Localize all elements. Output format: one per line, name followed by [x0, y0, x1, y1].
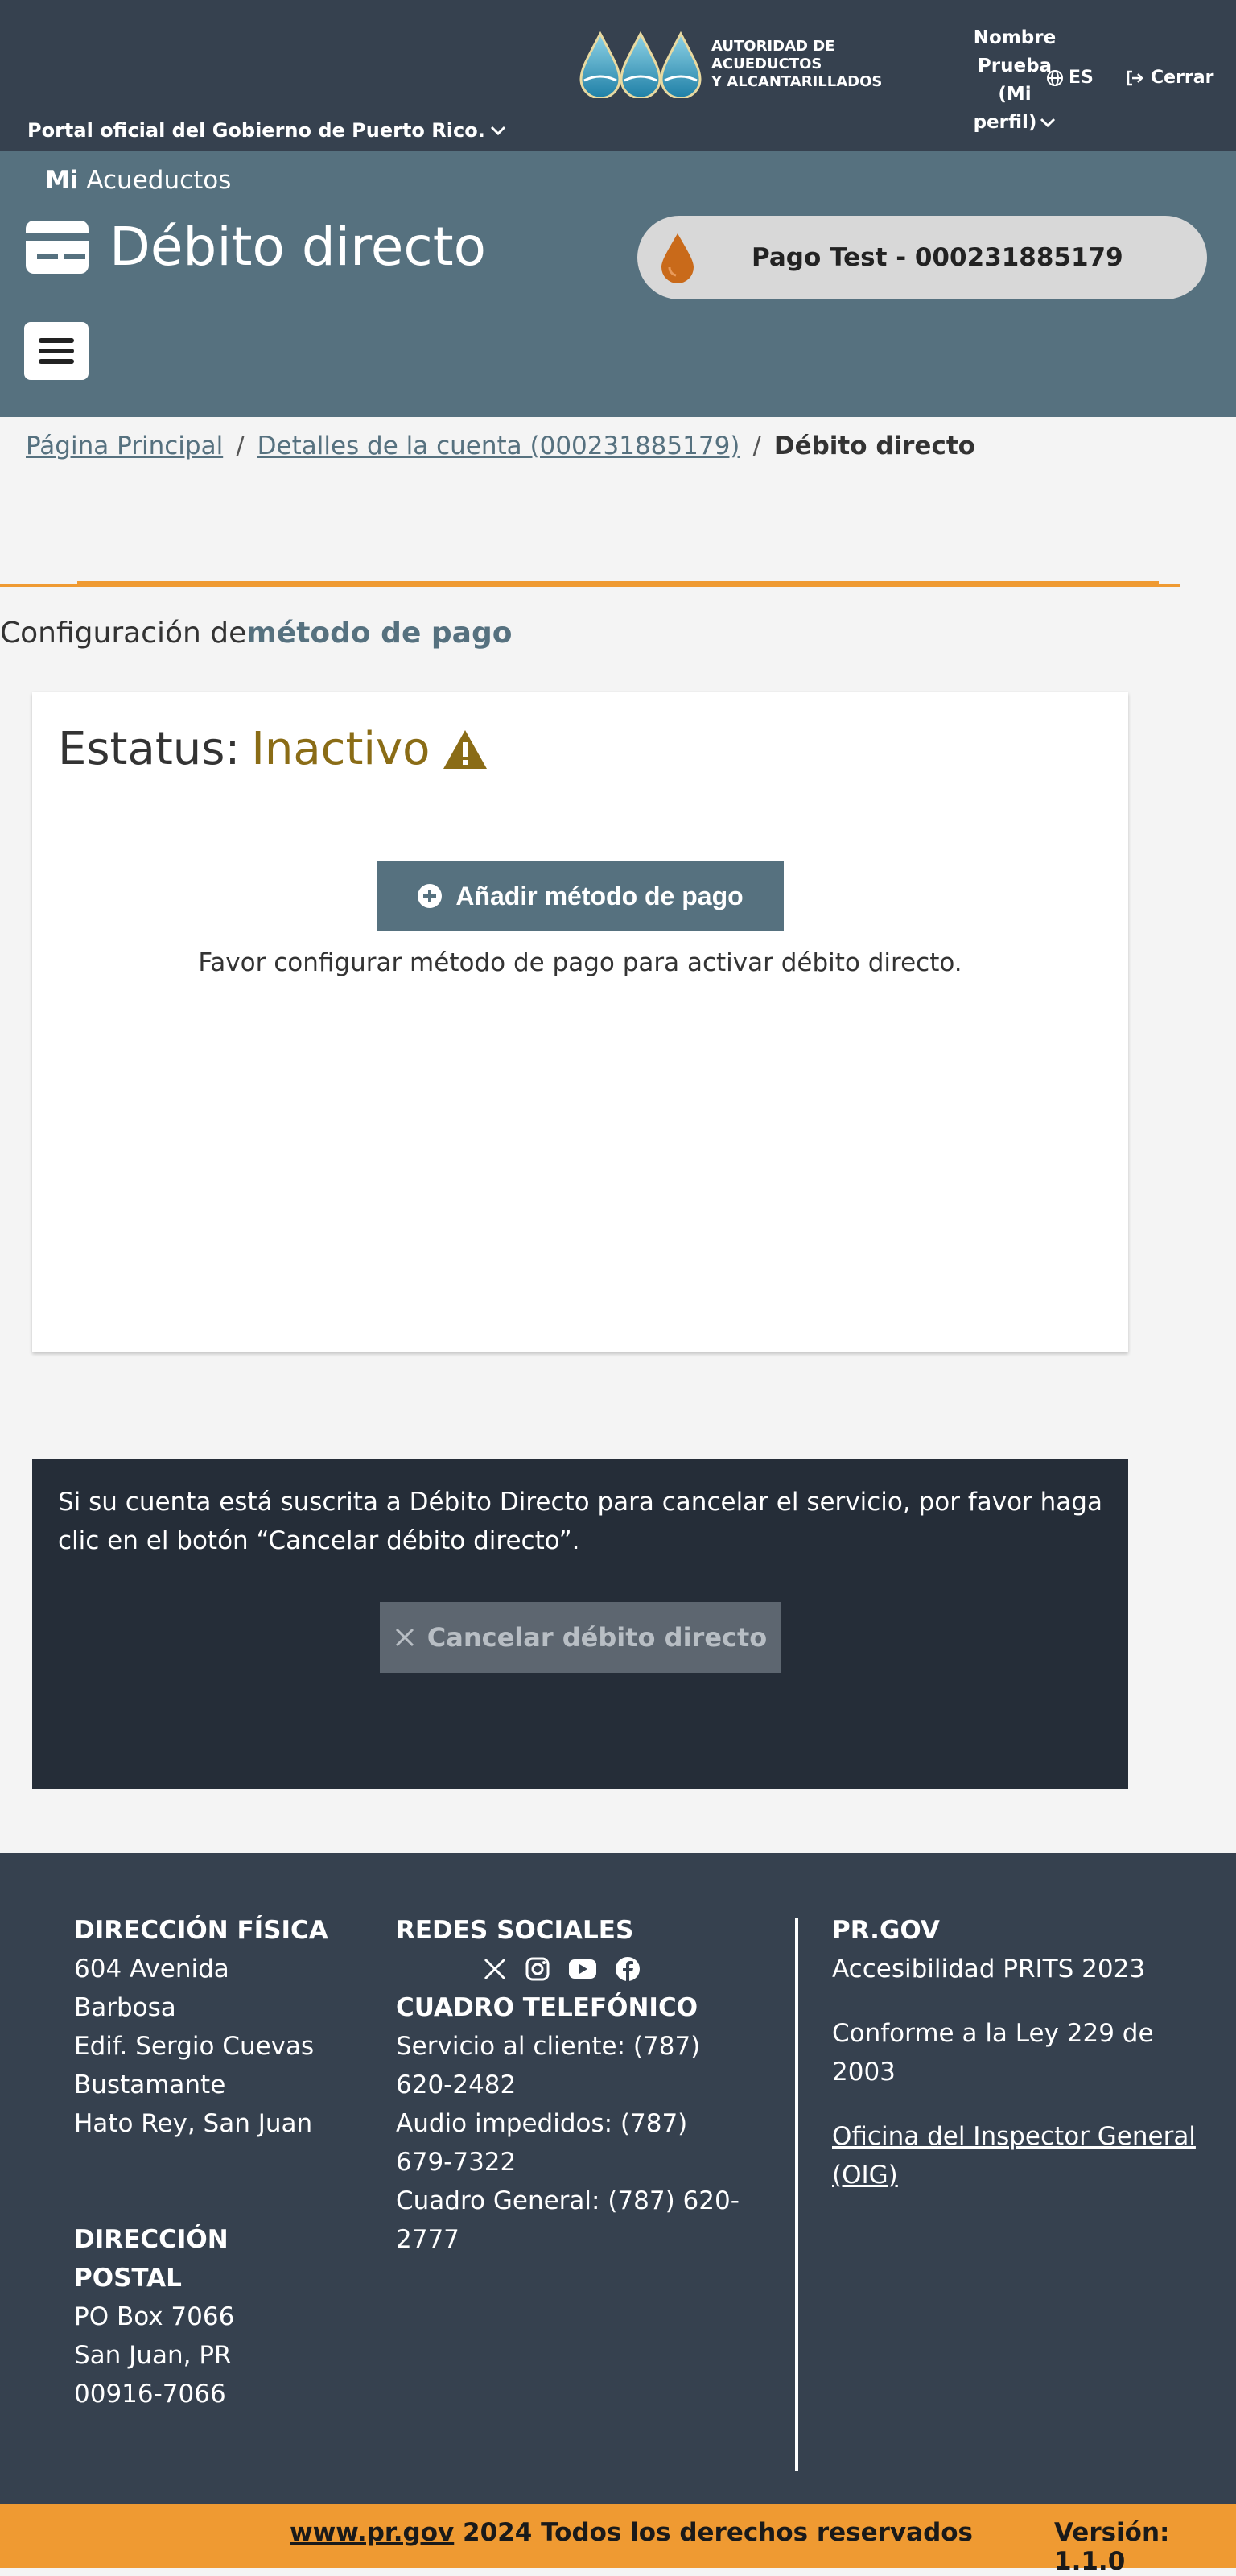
prgov-link[interactable]: www.pr.gov — [290, 2518, 454, 2547]
logo-text-line1: AUTORIDAD DE ACUEDUCTOS — [711, 38, 835, 72]
profile-line4: perfil) — [973, 112, 1037, 133]
plus-circle-icon — [418, 884, 443, 908]
logo-text-line2: Y ALCANTARILLADOS — [711, 73, 883, 90]
menu-bar-icon — [39, 359, 74, 364]
version-label: Versión: 1.1.0 — [1054, 2518, 1170, 2576]
profile-line4-wrap: perfil) — [966, 109, 1064, 137]
top-bar: AUTORIDAD DE ACUEDUCTOS Y ALCANTARILLADO… — [0, 0, 1236, 151]
physical-address-heading: DIRECCIÓN FÍSICA — [74, 1916, 328, 1945]
physical-address-line: Barbosa — [74, 1993, 176, 2022]
copyright: www.pr.gov 2024 Todos los derechos reser… — [290, 2518, 973, 2547]
account-label: Pago Test - 000231885179 — [752, 243, 1123, 272]
footer: DIRECCIÓN FÍSICA 604 Avenida Barbosa Edi… — [0, 1853, 1236, 2504]
status-line: Estatus: Inactivo — [58, 723, 489, 775]
globe-icon — [1047, 69, 1063, 86]
phone-line: Audio impedidos: (787) — [396, 2109, 688, 2138]
logout-icon — [1127, 70, 1143, 85]
breadcrumb-current: Débito directo — [773, 431, 975, 460]
add-payment-method-label: Añadir método de pago — [455, 881, 744, 910]
phone-line: 2777 — [396, 2225, 459, 2254]
brand-bold: Mi — [45, 166, 79, 195]
chevron-down-icon — [490, 126, 505, 136]
divider-accent — [77, 581, 1159, 586]
footer-prgov-column: PR.GOV Accesibilidad PRITS 2023 Conforme… — [832, 1911, 1202, 2220]
app-brand: Mi Acueductos — [45, 166, 231, 195]
water-drops-logo-icon — [579, 31, 702, 98]
postal-address-line: San Juan, PR — [74, 2341, 232, 2370]
breadcrumb-account-link[interactable]: Detalles de la cuenta (000231885179) — [258, 431, 740, 460]
language-toggle[interactable]: ES — [1046, 68, 1094, 88]
postal-address-line: PO Box 7066 — [74, 2302, 235, 2331]
add-payment-method-button[interactable]: Añadir método de pago — [377, 861, 784, 931]
oig-link[interactable]: Oficina del Inspector General (OIG) — [832, 2122, 1196, 2190]
footer-divider — [795, 1918, 798, 2471]
social-links — [396, 1950, 758, 1988]
breadcrumb-separator: / — [236, 431, 245, 460]
close-icon — [395, 1628, 414, 1647]
gov-portal-dropdown[interactable]: Portal oficial del Gobierno de Puerto Ri… — [27, 119, 506, 142]
gov-portal-label: Portal oficial del Gobierno de Puerto Ri… — [27, 119, 485, 142]
postal-address-line: 00916-7066 — [74, 2380, 226, 2409]
cancel-panel: Si su cuenta está suscrita a Débito Dire… — [32, 1459, 1128, 1789]
facebook-icon[interactable] — [615, 1956, 641, 1982]
physical-address-line: Edif. Sergio Cuevas — [74, 2032, 315, 2061]
footer-address-column: DIRECCIÓN FÍSICA 604 Avenida Barbosa Edi… — [74, 1911, 340, 2413]
physical-address-line: 604 Avenida — [74, 1955, 229, 1984]
cancel-direct-debit-label: Cancelar débito directo — [426, 1622, 768, 1653]
profile-line1: Nombre — [973, 27, 1057, 48]
hamburger-menu-button[interactable] — [24, 322, 89, 380]
phone-line: Servicio al cliente: (787) — [396, 2032, 701, 2061]
cancel-instructions: Si su cuenta está suscrita a Débito Dire… — [58, 1488, 1102, 1555]
credit-card-icon — [26, 220, 89, 274]
youtube-icon[interactable] — [568, 1958, 597, 1980]
status-value: Inactivo — [251, 723, 431, 775]
social-heading: REDES SOCIALES — [396, 1916, 634, 1945]
section-title-prefix: Configuración de — [0, 617, 247, 650]
breadcrumb: Página Principal / Detalles de la cuenta… — [26, 431, 975, 460]
postal-address-heading-2: POSTAL — [74, 2264, 182, 2293]
water-drop-icon — [661, 233, 694, 283]
footer-contact-column: REDES SOCIALES CUADRO TELEFÓNICO Servici… — [396, 1911, 758, 2259]
status-label: Estatus: — [58, 723, 241, 775]
accessibility-text: Accesibilidad PRITS 2023 — [832, 1955, 1146, 1984]
aaa-logo[interactable]: AUTORIDAD DE ACUEDUCTOS Y ALCANTARILLADO… — [579, 31, 945, 98]
warning-icon — [443, 729, 488, 769]
postal-address-heading-1: DIRECCIÓN — [74, 2225, 229, 2254]
menu-bar-icon — [39, 338, 74, 343]
language-label: ES — [1069, 68, 1094, 88]
bottom-bar: www.pr.gov 2024 Todos los derechos reser… — [0, 2504, 1236, 2576]
brand-rest: Acueductos — [86, 166, 232, 195]
status-card: Estatus: Inactivo Añadir método de pago … — [32, 692, 1128, 1352]
account-selector[interactable]: Pago Test - 000231885179 — [637, 216, 1207, 299]
physical-address-line: Bustamante — [74, 2070, 226, 2099]
phone-heading: CUADRO TELEFÓNICO — [396, 1993, 698, 2022]
section-title-bold: método de pago — [246, 617, 513, 650]
chevron-down-icon — [1040, 118, 1056, 128]
instagram-icon[interactable] — [525, 1956, 550, 1982]
logout-button[interactable]: Cerrar — [1125, 68, 1213, 88]
law-text: Conforme a la Ley 229 de 2003 — [832, 2019, 1154, 2087]
page-title: Débito directo — [109, 216, 486, 278]
prgov-heading: PR.GOV — [832, 1916, 940, 1945]
menu-bar-icon — [39, 349, 74, 353]
cancel-direct-debit-button[interactable]: Cancelar débito directo — [380, 1602, 781, 1673]
physical-address-line: Hato Rey, San Juan — [74, 2109, 313, 2138]
logo-text: AUTORIDAD DE ACUEDUCTOS Y ALCANTARILLADO… — [711, 38, 945, 91]
phone-line: 679-7322 — [396, 2148, 517, 2177]
page-hero: Mi Acueductos Débito directo Pago Test -… — [0, 151, 1236, 417]
phone-line: Cuadro General: (787) 620- — [396, 2186, 740, 2215]
x-icon[interactable] — [483, 1957, 507, 1981]
help-text: Favor configurar método de pago para act… — [198, 948, 962, 977]
section-title: Configuración demétodo de pago — [0, 617, 512, 650]
copyright-text: 2024 Todos los derechos reservados — [463, 2518, 974, 2547]
hero-title-wrap: Débito directo — [26, 216, 486, 278]
breadcrumb-home-link[interactable]: Página Principal — [26, 431, 223, 460]
breadcrumb-separator: / — [752, 431, 761, 460]
phone-line: 620-2482 — [396, 2070, 517, 2099]
logout-label: Cerrar — [1151, 68, 1214, 88]
